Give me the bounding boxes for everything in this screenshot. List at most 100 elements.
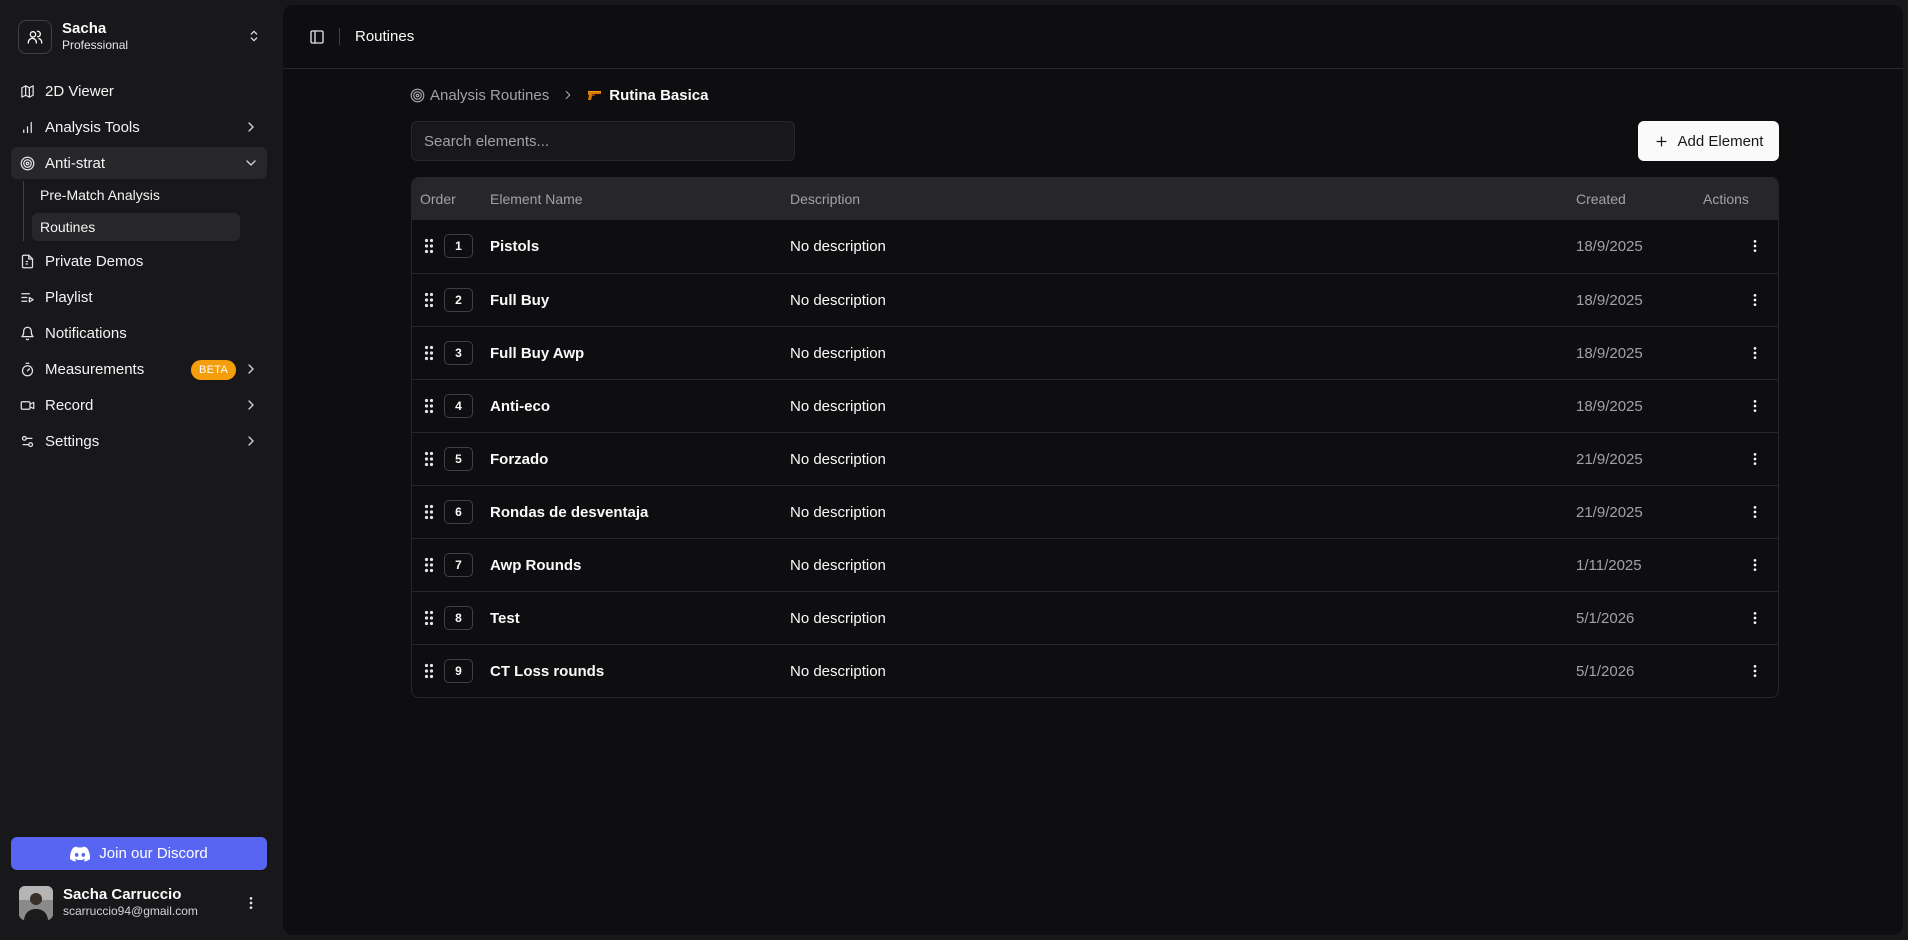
more-vertical-icon[interactable]: [1747, 451, 1763, 467]
pistol-icon: [587, 89, 603, 101]
order-number: 3: [444, 341, 473, 365]
chevron-right-icon: [243, 361, 259, 377]
sidebar-item-label: Notifications: [45, 324, 127, 342]
bar-chart-icon: [19, 119, 35, 135]
column-header-order: Order: [420, 191, 456, 207]
page-header: Routines: [283, 5, 1903, 69]
sidebar-item-anti-strat[interactable]: Anti-strat: [11, 147, 267, 179]
join-discord-label: Join our Discord: [99, 845, 208, 862]
chevron-right-icon: [243, 397, 259, 413]
drag-handle-icon[interactable]: [424, 398, 434, 414]
sidebar-item-label: Playlist: [45, 288, 93, 306]
drag-handle-icon[interactable]: [424, 663, 434, 679]
more-vertical-icon[interactable]: [243, 895, 259, 911]
main-panel: Routines Analysis Routines Rutina Basica…: [283, 5, 1903, 935]
sidebar-item-label: Measurements: [45, 360, 145, 378]
order-number: 6: [444, 500, 473, 524]
chevrons-up-down-icon: [246, 28, 262, 44]
drag-handle-icon[interactable]: [424, 557, 434, 573]
more-vertical-icon[interactable]: [1747, 663, 1763, 679]
drag-handle-icon[interactable]: [424, 238, 434, 254]
table-row[interactable]: 4 Anti-eco No description 18/9/2025: [412, 379, 1778, 432]
join-discord-button[interactable]: Join our Discord: [11, 837, 267, 870]
header-divider: [339, 28, 340, 45]
list-video-icon: [19, 289, 35, 305]
team-plan: Professional: [62, 38, 129, 52]
sidebar-item-label: Anti-strat: [45, 154, 106, 172]
sidebar-item-private-demos[interactable]: Private Demos: [11, 245, 267, 277]
discord-icon: [70, 846, 91, 862]
team-icon: [18, 20, 52, 54]
more-vertical-icon[interactable]: [1747, 292, 1763, 308]
more-vertical-icon[interactable]: [1747, 398, 1763, 414]
more-vertical-icon[interactable]: [1747, 238, 1763, 254]
drag-handle-icon[interactable]: [424, 292, 434, 308]
table-row[interactable]: 1 Pistols No description 18/9/2025: [412, 220, 1778, 273]
sidebar-item-2d-viewer[interactable]: 2D Viewer: [11, 75, 267, 107]
sidebar-toggle-icon[interactable]: [309, 29, 325, 45]
element-description: No description: [790, 397, 886, 415]
sidebar-item-measurements[interactable]: Measurements BETA: [11, 353, 267, 385]
table-row[interactable]: 8 Test No description 5/1/2026: [412, 591, 1778, 644]
team-switcher[interactable]: Sacha Professional: [11, 16, 267, 58]
table-row[interactable]: 5 Forzado No description 21/9/2025: [412, 432, 1778, 485]
element-name: Full Buy: [490, 291, 550, 309]
element-name: CT Loss rounds: [490, 662, 605, 680]
breadcrumb: Analysis Routines Rutina Basica: [410, 85, 708, 105]
table-row[interactable]: 7 Awp Rounds No description 1/11/2025: [412, 538, 1778, 591]
element-name: Forzado: [490, 450, 549, 468]
drag-handle-icon[interactable]: [424, 504, 434, 520]
chevron-right-icon: [243, 433, 259, 449]
order-number: 8: [444, 606, 473, 630]
created-date: 1/11/2025: [1576, 556, 1642, 574]
sidebar-item-settings[interactable]: Settings: [11, 425, 267, 457]
table-header: Order Element Name Description Created A…: [412, 178, 1778, 220]
chevron-right-icon: [243, 119, 259, 135]
table-row[interactable]: 9 CT Loss rounds No description 5/1/2026: [412, 644, 1778, 697]
map-icon: [19, 83, 35, 99]
sidebar-item-pre-match-analysis[interactable]: Pre-Match Analysis: [32, 181, 240, 209]
drag-handle-icon[interactable]: [424, 610, 434, 626]
timer-icon: [19, 361, 35, 377]
table-row[interactable]: 2 Full Buy No description 18/9/2025: [412, 273, 1778, 326]
breadcrumb-analysis-routines[interactable]: Analysis Routines: [410, 87, 549, 104]
target-icon: [410, 88, 425, 103]
chevron-right-icon: [561, 88, 575, 102]
element-description: No description: [790, 609, 886, 627]
more-vertical-icon[interactable]: [1747, 557, 1763, 573]
sidebar-item-routines[interactable]: Routines: [32, 213, 240, 241]
sidebar-item-notifications[interactable]: Notifications: [11, 317, 267, 349]
user-menu[interactable]: Sacha Carruccio scarruccio94@gmail.com: [11, 880, 267, 926]
team-name: Sacha: [62, 20, 107, 37]
table-row[interactable]: 3 Full Buy Awp No description 18/9/2025: [412, 326, 1778, 379]
created-date: 5/1/2026: [1576, 662, 1635, 680]
element-description: No description: [790, 662, 886, 680]
drag-handle-icon[interactable]: [424, 451, 434, 467]
breadcrumb-current-label: Rutina Basica: [609, 86, 709, 104]
beta-badge: BETA: [191, 360, 237, 380]
page-title: Routines: [355, 28, 415, 45]
add-element-button[interactable]: Add Element: [1638, 121, 1779, 161]
more-vertical-icon[interactable]: [1747, 345, 1763, 361]
search-input[interactable]: [411, 121, 795, 161]
element-name: Anti-eco: [490, 397, 550, 415]
more-vertical-icon[interactable]: [1747, 504, 1763, 520]
table-row[interactable]: 6 Rondas de desventaja No description 21…: [412, 485, 1778, 538]
target-icon: [19, 155, 35, 171]
avatar: [19, 886, 53, 920]
drag-handle-icon[interactable]: [424, 345, 434, 361]
order-number: 1: [444, 234, 473, 258]
bell-icon: [19, 325, 35, 341]
sidebar-item-record[interactable]: Record: [11, 389, 267, 421]
more-vertical-icon[interactable]: [1747, 610, 1763, 626]
created-date: 18/9/2025: [1576, 397, 1643, 415]
sidebar-nav: 2D Viewer Analysis Tools Anti-strat Pre-…: [11, 75, 267, 461]
column-header-name: Element Name: [490, 191, 583, 207]
created-date: 18/9/2025: [1576, 291, 1643, 309]
sidebar-item-analysis-tools[interactable]: Analysis Tools: [11, 111, 267, 143]
element-description: No description: [790, 344, 886, 362]
elements-table: Order Element Name Description Created A…: [411, 177, 1779, 698]
sidebar-item-playlist[interactable]: Playlist: [11, 281, 267, 313]
settings-sliders-icon: [19, 433, 35, 449]
element-description: No description: [790, 238, 886, 255]
